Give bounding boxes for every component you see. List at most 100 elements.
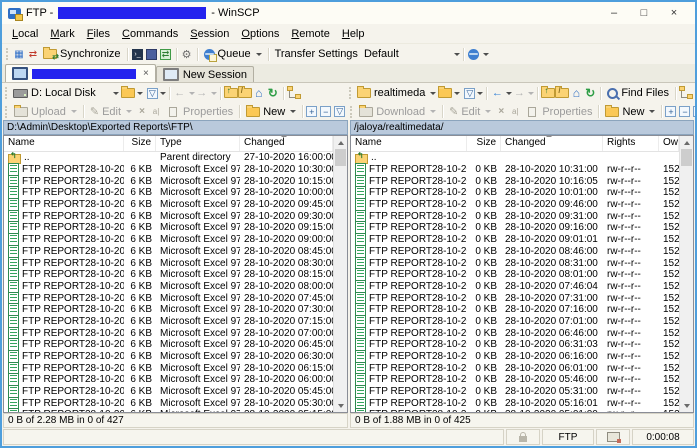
selection-filter-icon[interactable]: ▽ <box>693 106 697 117</box>
transfer-settings-dropdown-icon[interactable] <box>454 53 460 56</box>
column-header-owner[interactable]: Owner <box>659 136 679 151</box>
remote-dir-dropdown-icon[interactable] <box>430 92 436 95</box>
directory-tree-icon[interactable] <box>679 87 693 100</box>
filter-icon[interactable]: ▽ <box>464 88 475 99</box>
new-button[interactable]: New <box>243 105 299 119</box>
local-path-bar[interactable]: D:\Admin\Desktop\Exported Reports\FTP\ <box>3 120 348 135</box>
open-directory-icon[interactable] <box>438 87 452 100</box>
menu-remote[interactable]: Remote <box>285 26 336 42</box>
edit-button[interactable]: ✎ Edit <box>87 104 135 119</box>
scroll-down-icon[interactable] <box>680 399 693 412</box>
file-row[interactable]: FTP REPORT28-10-20...0 KB28-10-2020 07:0… <box>351 316 679 328</box>
rename-icon[interactable]: a| <box>508 105 522 118</box>
parent-directory-icon[interactable]: ↑ <box>224 87 238 100</box>
file-row[interactable]: FTP REPORT28-10-20...0 KB28-10-2020 05:4… <box>351 374 679 386</box>
file-row[interactable]: .. <box>351 152 679 164</box>
file-row[interactable]: FTP REPORT28-10-20...6 KBMicrosoft Excel… <box>4 292 333 304</box>
remote-path-bar[interactable]: /jaloya/realtimedata/ <box>350 120 694 135</box>
queue-dropdown-icon[interactable] <box>256 53 262 56</box>
scroll-down-icon[interactable] <box>334 399 347 412</box>
new-button[interactable]: New <box>602 105 658 119</box>
maximize-button[interactable]: □ <box>629 3 659 23</box>
preferences-icon[interactable] <box>145 48 159 61</box>
open-directory-dropdown-icon[interactable] <box>454 92 460 95</box>
scrollbar-thumb[interactable] <box>681 149 692 166</box>
upload-button[interactable]: Upload <box>11 104 80 119</box>
menu-local[interactable]: Local <box>6 26 44 42</box>
menu-session[interactable]: Session <box>184 26 235 42</box>
filter-icon[interactable]: ▽ <box>147 88 158 99</box>
file-row[interactable]: FTP REPORT28-10-20...0 KB28-10-2020 07:1… <box>351 304 679 316</box>
drive-dropdown-icon[interactable] <box>113 92 119 95</box>
file-row[interactable]: FTP REPORT28-10-20...0 KB28-10-2020 10:3… <box>351 164 679 176</box>
file-row[interactable]: FTP REPORT28-10-20...0 KB28-10-2020 06:1… <box>351 351 679 363</box>
forward-dropdown-icon[interactable] <box>528 92 534 95</box>
file-row[interactable]: FTP REPORT28-10-20...6 KBMicrosoft Excel… <box>4 351 333 363</box>
file-row[interactable]: FTP REPORT28-10-20...6 KBMicrosoft Excel… <box>4 222 333 234</box>
file-row[interactable]: FTP REPORT28-10-20...0 KB28-10-2020 05:3… <box>351 386 679 398</box>
file-row[interactable]: FTP REPORT28-10-20...6 KBMicrosoft Excel… <box>4 246 333 258</box>
file-row[interactable]: FTP REPORT28-10-20...0 KB28-10-2020 06:0… <box>351 362 679 374</box>
file-row[interactable]: FTP REPORT28-10-20...6 KBMicrosoft Excel… <box>4 187 333 199</box>
refresh-icon[interactable]: ↻ <box>266 87 280 100</box>
file-row[interactable]: FTP REPORT28-10-20...0 KB28-10-2020 05:0… <box>351 409 679 412</box>
column-header-name[interactable]: Name <box>351 136 467 151</box>
menu-files[interactable]: Files <box>81 26 116 42</box>
swap-panels-icon[interactable]: ⇄ <box>26 48 40 61</box>
file-row[interactable]: FTP REPORT28-10-20...0 KB28-10-2020 08:0… <box>351 269 679 281</box>
menu-options[interactable]: Options <box>235 26 285 42</box>
file-row[interactable]: FTP REPORT28-10-20...0 KB28-10-2020 09:1… <box>351 222 679 234</box>
parent-directory-icon[interactable]: ↑ <box>541 87 555 100</box>
forward-dropdown-icon[interactable] <box>211 92 217 95</box>
delete-icon[interactable]: × <box>494 105 508 118</box>
select-remove-icon[interactable]: − <box>320 106 331 117</box>
file-row[interactable]: FTP REPORT28-10-20...0 KB28-10-2020 06:4… <box>351 327 679 339</box>
commander-layout-icon[interactable]: ▦ <box>12 48 26 61</box>
column-header-changed[interactable]: Changed <box>501 136 603 151</box>
root-directory-icon[interactable]: / <box>238 87 252 100</box>
filter-dropdown-icon[interactable] <box>477 92 483 95</box>
refresh-icon[interactable]: ↻ <box>583 87 597 100</box>
encryption-cell[interactable] <box>506 429 540 445</box>
remote-scrollbar[interactable] <box>679 136 693 412</box>
file-row[interactable]: FTP REPORT28-10-20...6 KBMicrosoft Excel… <box>4 175 333 187</box>
select-add-icon[interactable]: + <box>306 106 317 117</box>
file-row[interactable]: FTP REPORT28-10-20...6 KBMicrosoft Excel… <box>4 386 333 398</box>
file-row[interactable]: FTP REPORT28-10-20...6 KBMicrosoft Excel… <box>4 257 333 269</box>
selection-filter-icon[interactable]: ▽ <box>334 106 345 117</box>
delete-icon[interactable]: × <box>135 105 149 118</box>
file-row[interactable]: FTP REPORT28-10-20...6 KBMicrosoft Excel… <box>4 374 333 386</box>
file-row[interactable]: FTP REPORT28-10-20...6 KBMicrosoft Excel… <box>4 269 333 281</box>
transfer-settings-button[interactable]: Transfer Settings Default <box>272 47 402 61</box>
file-row[interactable]: FTP REPORT28-10-20...6 KBMicrosoft Excel… <box>4 316 333 328</box>
file-row[interactable]: FTP REPORT28-10-20...6 KBMicrosoft Excel… <box>4 164 333 176</box>
file-row[interactable]: FTP REPORT28-10-20...0 KB28-10-2020 10:0… <box>351 187 679 199</box>
tab-close-icon[interactable]: × <box>143 68 149 79</box>
open-directory-icon[interactable] <box>121 87 135 100</box>
filter-dropdown-icon[interactable] <box>160 92 166 95</box>
file-row[interactable]: FTP REPORT28-10-20...0 KB28-10-2020 06:3… <box>351 339 679 351</box>
session-dropdown-icon[interactable] <box>483 53 489 56</box>
file-row[interactable]: FTP REPORT28-10-20...0 KB28-10-2020 07:3… <box>351 292 679 304</box>
console-icon[interactable]: ›_ <box>131 48 145 61</box>
file-row[interactable]: FTP REPORT28-10-20...0 KB28-10-2020 09:4… <box>351 199 679 211</box>
synchronize-button[interactable]: ⇄ Synchronize <box>40 47 124 61</box>
scroll-up-icon[interactable] <box>334 136 347 149</box>
forward-icon[interactable]: → <box>195 87 209 100</box>
directory-tree-icon[interactable] <box>287 87 301 100</box>
column-header-size[interactable]: Size <box>124 136 156 151</box>
file-row[interactable]: FTP REPORT28-10-20...0 KB28-10-2020 09:0… <box>351 234 679 246</box>
forward-icon[interactable]: → <box>512 87 526 100</box>
scrollbar-thumb[interactable] <box>335 149 346 166</box>
local-scrollbar[interactable] <box>333 136 347 412</box>
menu-help[interactable]: Help <box>336 26 371 42</box>
file-row[interactable]: FTP REPORT28-10-20...0 KB28-10-2020 08:4… <box>351 246 679 258</box>
home-icon[interactable]: ⌂ <box>569 87 583 100</box>
close-button[interactable]: × <box>659 3 689 23</box>
properties-button[interactable]: Properties <box>163 104 236 119</box>
properties-button[interactable]: Properties <box>522 104 595 119</box>
select-remove-icon[interactable]: − <box>679 106 690 117</box>
column-header-changed[interactable]: Changed <box>240 136 333 151</box>
file-row[interactable]: FTP REPORT28-10-20...6 KBMicrosoft Excel… <box>4 409 333 412</box>
remote-directory-combo[interactable]: realtimeda <box>355 87 438 99</box>
